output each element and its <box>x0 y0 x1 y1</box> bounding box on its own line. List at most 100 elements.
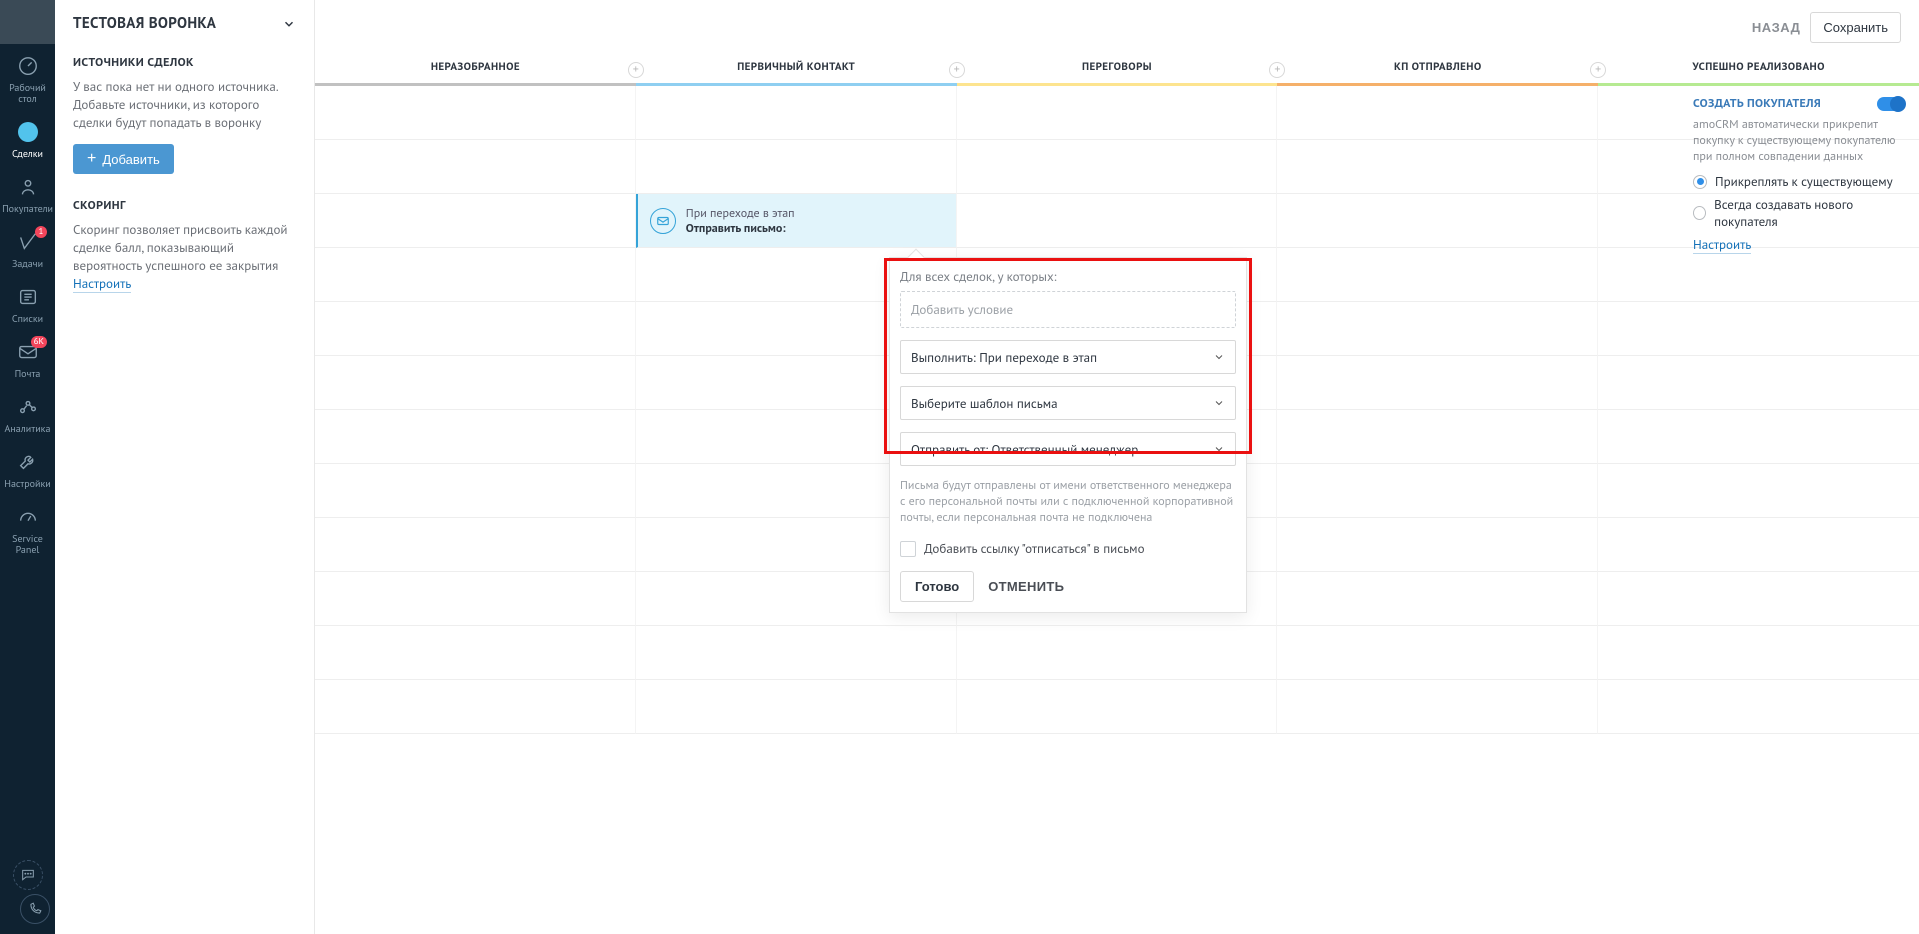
stage-bar <box>1277 83 1598 86</box>
nav-mail[interactable]: 6K Почта <box>0 330 55 385</box>
customers-icon <box>16 175 40 199</box>
scoring-title: СКОРИНГ <box>73 198 296 213</box>
nav-label: Почта <box>15 368 41 379</box>
nav-label: Service Panel <box>0 533 55 555</box>
done-button[interactable]: Готово <box>900 571 974 602</box>
stage-won[interactable]: УСПЕШНО РЕАЛИЗОВАНО <box>1598 54 1919 86</box>
checkbox-icon <box>900 541 916 557</box>
add-source-button[interactable]: + Добавить <box>73 144 174 174</box>
avatar[interactable] <box>0 0 55 44</box>
save-button[interactable]: Сохранить <box>1810 12 1901 43</box>
stage-title: УСПЕШНО РЕАЛИЗОВАНО <box>1598 54 1919 74</box>
badge: 6K <box>31 336 47 348</box>
radio-create-new[interactable]: Всегда создавать нового покупателя <box>1693 196 1905 230</box>
main: НАЗАД Сохранить НЕРАЗОБРАННОЕ + ПЕРВИЧНЫ… <box>315 0 1919 934</box>
left-nav: Рабочий стол Сделки Покупатели 1 Задачи … <box>0 0 55 934</box>
gauge-icon <box>16 54 40 78</box>
chevron-down-icon <box>1213 351 1225 363</box>
nav-service[interactable]: Service Panel <box>0 495 55 561</box>
stage-title: ПЕРЕГОВОРЫ <box>957 54 1278 74</box>
chevron-down-icon[interactable] <box>282 17 296 31</box>
mail-icon <box>650 208 676 234</box>
select-value: Выполнить: При переходе в этап <box>911 349 1097 366</box>
template-select[interactable]: Выберите шаблон письма <box>900 386 1236 420</box>
chat-icon[interactable] <box>13 860 43 890</box>
stage-bar <box>957 83 1278 86</box>
stage-negotiations[interactable]: ПЕРЕГОВОРЫ + <box>957 54 1278 86</box>
sources-desc: У вас пока нет ни одного источника. Доба… <box>73 78 296 132</box>
scoring-section: СКОРИНГ Скоринг позволяет присвоить кажд… <box>55 190 314 308</box>
cancel-button[interactable]: ОТМЕНИТЬ <box>988 579 1064 594</box>
create-customer-toggle[interactable] <box>1877 97 1905 111</box>
add-stage-icon[interactable]: + <box>949 62 965 78</box>
stage-bar <box>636 83 957 86</box>
add-stage-icon[interactable]: + <box>1269 62 1285 78</box>
create-customer-panel: СОЗДАТЬ ПОКУПАТЕЛЯ amoCRM автоматически … <box>1679 86 1919 253</box>
gauge2-icon <box>16 505 40 529</box>
stage-title: ПЕРВИЧНЫЙ КОНТАКТ <box>636 54 957 74</box>
nav-dashboard[interactable]: Рабочий стол <box>0 44 55 110</box>
stage-title: НЕРАЗОБРАННОЕ <box>315 54 636 74</box>
stage-unsorted[interactable]: НЕРАЗОБРАННОЕ + <box>315 54 636 86</box>
nav-analytics[interactable]: Аналитика <box>0 385 55 440</box>
radio-label: Всегда создавать нового покупателя <box>1714 196 1905 230</box>
radio-icon <box>1693 175 1707 189</box>
scoring-desc: Скоринг позволяет присвоить каждой сделк… <box>73 221 296 275</box>
wrench-icon <box>16 450 40 474</box>
add-label: Добавить <box>102 152 159 167</box>
execute-select[interactable]: Выполнить: При переходе в этап <box>900 340 1236 374</box>
send-note: Письма будут отправлены от имени ответст… <box>900 478 1236 526</box>
analytics-icon <box>16 395 40 419</box>
select-value: Выберите шаблон письма <box>911 395 1058 412</box>
plus-icon: + <box>87 151 96 167</box>
nav-label: Рабочий стол <box>0 82 55 104</box>
create-customer-desc: amoCRM автоматически прикрепит покупку к… <box>1693 117 1905 165</box>
topbar: НАЗАД Сохранить <box>315 0 1919 54</box>
nav-settings[interactable]: Настройки <box>0 440 55 495</box>
stage-first-contact[interactable]: ПЕРВИЧНЫЙ КОНТАКТ + <box>636 54 957 86</box>
pipeline-title: ТЕСТОВАЯ ВОРОНКА <box>73 14 216 33</box>
phone-icon[interactable] <box>20 894 50 924</box>
nav-label: Аналитика <box>5 423 51 434</box>
add-stage-icon[interactable]: + <box>1590 62 1606 78</box>
trigger-line2: Отправить письмо: <box>686 221 795 236</box>
checkbox-label: Добавить ссылку "отписаться" в письмо <box>924 540 1145 557</box>
badge: 1 <box>35 226 47 238</box>
stage-headers: НЕРАЗОБРАННОЕ + ПЕРВИЧНЫЙ КОНТАКТ + ПЕРЕ… <box>315 54 1919 86</box>
chevron-down-icon <box>1213 443 1225 455</box>
sources-title: ИСТОЧНИКИ СДЕЛОК <box>73 55 296 70</box>
radio-attach-existing[interactable]: Прикреплять к существующему <box>1693 173 1905 190</box>
stage-proposal-sent[interactable]: КП ОТПРАВЛЕНО + <box>1277 54 1598 86</box>
nav-label: Покупатели <box>2 203 53 214</box>
nav-tasks[interactable]: 1 Задачи <box>0 220 55 275</box>
create-customer-title: СОЗДАТЬ ПОКУПАТЕЛЯ <box>1693 96 1821 111</box>
add-condition-button[interactable]: Добавить условие <box>900 291 1236 328</box>
side-panel: ТЕСТОВАЯ ВОРОНКА ИСТОЧНИКИ СДЕЛОК У вас … <box>55 0 315 934</box>
nav-lists[interactable]: Списки <box>0 275 55 330</box>
list-icon <box>16 285 40 309</box>
trigger-card[interactable]: При переходе в этап Отправить письмо: <box>636 194 957 248</box>
trigger-text: При переходе в этап Отправить письмо: <box>686 206 795 236</box>
stage-title: КП ОТПРАВЛЕНО <box>1277 54 1598 74</box>
send-from-select[interactable]: Отправить от: Ответственный менеджер <box>900 432 1236 466</box>
sources-section: ИСТОЧНИКИ СДЕЛОК У вас пока нет ни одног… <box>55 47 314 190</box>
col-3 <box>1277 86 1598 934</box>
nav-deals[interactable]: Сделки <box>0 110 55 165</box>
customer-configure-link[interactable]: Настроить <box>1693 236 1751 254</box>
radio-icon <box>1693 206 1706 220</box>
nav-label: Сделки <box>12 148 43 159</box>
nav-label: Настройки <box>4 478 50 489</box>
add-stage-icon[interactable]: + <box>628 62 644 78</box>
stage-bar <box>315 83 636 86</box>
chevron-down-icon <box>1213 397 1225 409</box>
radio-label: Прикреплять к существующему <box>1715 173 1893 190</box>
unsubscribe-checkbox[interactable]: Добавить ссылку "отписаться" в письмо <box>900 540 1236 557</box>
for-all-label: Для всех сделок, у которых: <box>900 268 1236 285</box>
nav-customers[interactable]: Покупатели <box>0 165 55 220</box>
scoring-configure-link[interactable]: Настроить <box>73 275 131 293</box>
trigger-popup: Для всех сделок, у которых: Добавить усл… <box>889 257 1247 613</box>
back-button[interactable]: НАЗАД <box>1752 20 1801 35</box>
deals-icon <box>16 120 40 144</box>
nav-label: Задачи <box>12 258 43 269</box>
nav-label: Списки <box>12 313 43 324</box>
